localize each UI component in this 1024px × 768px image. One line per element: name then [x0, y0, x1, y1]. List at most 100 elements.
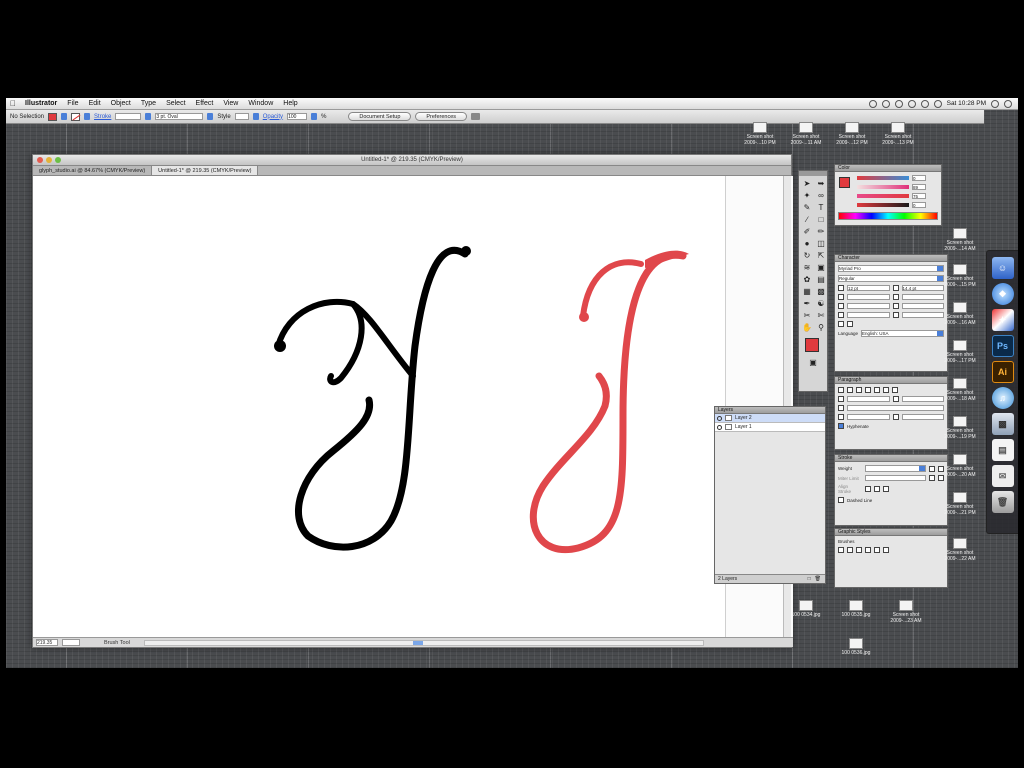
graphic-styles-header[interactable]: Graphic Styles: [835, 529, 947, 536]
hand-tool-icon[interactable]: ✋: [800, 321, 814, 333]
visibility-eye-icon[interactable]: [717, 424, 722, 430]
delete-layer-icon[interactable]: 🗑: [815, 576, 821, 582]
pencil-tool-icon[interactable]: ✏: [814, 225, 828, 237]
align-outside-stroke-icon[interactable]: [883, 486, 889, 492]
zoom-field[interactable]: 219.35: [36, 639, 58, 646]
space-before-field[interactable]: [847, 414, 890, 420]
menu-help[interactable]: Help: [278, 100, 302, 107]
menu-edit[interactable]: Edit: [84, 100, 106, 107]
dashed-line-checkbox[interactable]: [838, 497, 844, 503]
yellow-value[interactable]: 75: [912, 193, 926, 199]
style-dropdown-icon[interactable]: [252, 113, 259, 120]
align-right-icon[interactable]: [856, 387, 862, 393]
wifi-icon[interactable]: [907, 99, 916, 108]
desktop-file[interactable]: Screen shot 2009-...11 AM: [782, 122, 830, 146]
desktop-file[interactable]: Screen shot 2009-...18 AM: [936, 378, 984, 402]
justify-right-icon[interactable]: [883, 387, 889, 393]
style-field[interactable]: [234, 113, 249, 120]
spotlight-icon[interactable]: [1004, 99, 1012, 108]
desktop-file[interactable]: 100 0536.jpg: [832, 638, 880, 656]
battery-icon[interactable]: [933, 99, 942, 108]
align-left-icon[interactable]: [838, 387, 844, 393]
line-tool-icon[interactable]: ∕: [800, 213, 814, 225]
scale-tool-icon[interactable]: ⇱: [814, 249, 828, 261]
type-tool-icon[interactable]: T: [814, 201, 828, 213]
fill-color-box[interactable]: [805, 338, 819, 352]
style-swatch-1[interactable]: [838, 547, 844, 553]
safari-icon[interactable]: ❖: [991, 283, 1014, 305]
menu-clock[interactable]: Sat 10:28 PM: [947, 100, 986, 107]
cyan-value[interactable]: 0: [912, 175, 926, 181]
miter-field[interactable]: [865, 475, 926, 481]
sync-icon[interactable]: [868, 99, 877, 108]
menu-window[interactable]: Window: [243, 100, 278, 107]
horizontal-scrollbar[interactable]: [143, 639, 704, 646]
opacity-link[interactable]: Opacity: [263, 114, 283, 120]
align-inside-stroke-icon[interactable]: [874, 486, 880, 492]
stroke-link[interactable]: Stroke: [94, 114, 111, 120]
horizontal-scroll-thumb[interactable]: [412, 640, 423, 645]
menu-view[interactable]: View: [218, 100, 243, 107]
hyphenate-checkbox[interactable]: [838, 423, 844, 429]
align-center-icon[interactable]: [847, 387, 853, 393]
paragraph-panel-header[interactable]: Paragraph: [835, 377, 947, 384]
justify-center-icon[interactable]: [874, 387, 880, 393]
baseline-shift-field[interactable]: [847, 312, 890, 318]
stroke-weight-dropdown-icon[interactable]: [145, 113, 152, 120]
color-panel-header[interactable]: Color: [835, 165, 941, 172]
magic-wand-tool-icon[interactable]: ✦: [800, 189, 814, 201]
stroke-panel-header[interactable]: Stroke: [835, 455, 947, 462]
style-swatch-3[interactable]: [856, 547, 862, 553]
menu-file[interactable]: File: [62, 100, 83, 107]
desktop-file[interactable]: Screen shot 2009-...16 AM: [936, 302, 984, 326]
bluetooth-icon[interactable]: [894, 99, 903, 108]
fill-dropdown-icon[interactable]: [61, 113, 68, 120]
font-size-field[interactable]: 12 pt: [847, 285, 890, 291]
desktop-file[interactable]: Screen shot 2009-...23 AM: [882, 600, 930, 624]
drive-icon[interactable]: ▩: [991, 413, 1014, 435]
volume-icon[interactable]: [920, 99, 929, 108]
tracking-field[interactable]: [901, 294, 944, 300]
style-swatch-2[interactable]: [847, 547, 853, 553]
gradient-tool-icon[interactable]: ▩: [814, 285, 828, 297]
menu-illustrator[interactable]: Illustrator: [20, 100, 62, 107]
black-slider[interactable]: [857, 203, 909, 207]
desktop-file[interactable]: Screen shot 2009-...17 PM: [936, 340, 984, 364]
artboard-nav-field[interactable]: [62, 639, 80, 646]
eyedropper-tool-icon[interactable]: ✒: [800, 297, 814, 309]
align-center-stroke-icon[interactable]: [865, 486, 871, 492]
document-icon[interactable]: ▤: [991, 439, 1014, 461]
layers-panel-header[interactable]: Layers: [715, 407, 825, 414]
brush-dropdown-icon[interactable]: [207, 113, 214, 120]
style-swatch-6[interactable]: [883, 547, 889, 553]
tab-glyph-studio[interactable]: glyph_studio.ai @ 84.67% (CMYK/Preview): [33, 166, 153, 175]
lasso-tool-icon[interactable]: ∞: [814, 189, 828, 201]
blend-tool-icon[interactable]: ☯: [814, 297, 828, 309]
first-line-indent-field[interactable]: [847, 405, 944, 411]
slice-tool-icon[interactable]: ✂: [800, 309, 814, 321]
layer-row[interactable]: Layer 1: [715, 423, 825, 432]
red-letter-j[interactable]: [529, 250, 689, 554]
photoshop-icon[interactable]: Ps: [991, 335, 1014, 357]
magenta-value[interactable]: 89: [912, 184, 926, 190]
opacity-dropdown-icon[interactable]: [311, 113, 318, 120]
desktop-file[interactable]: Screen shot 2009-...15 PM: [936, 264, 984, 288]
free-transform-tool-icon[interactable]: ▣: [814, 261, 828, 273]
font-style-select[interactable]: Regular: [838, 275, 944, 282]
graph-tool-icon[interactable]: ▤: [814, 273, 828, 285]
new-layer-icon[interactable]: □: [808, 576, 811, 582]
magenta-slider[interactable]: [857, 185, 909, 189]
document-setup-button[interactable]: Document Setup: [348, 112, 412, 121]
cap-butt-icon[interactable]: [929, 465, 935, 472]
desktop-file[interactable]: Screen shot 2009-...12 PM: [828, 122, 876, 146]
arrange-icon[interactable]: [471, 113, 481, 120]
pinwheel-app-icon[interactable]: ✦: [991, 309, 1014, 331]
finder-icon[interactable]: ☺: [991, 257, 1014, 279]
desktop-file[interactable]: Screen shot 2009-...19 PM: [936, 416, 984, 440]
style-swatch-4[interactable]: [865, 547, 871, 553]
black-letter-y[interactable]: [274, 246, 471, 551]
kerning-field[interactable]: [847, 294, 890, 300]
language-select[interactable]: English: USA: [861, 330, 944, 337]
minimize-button[interactable]: [46, 157, 52, 163]
layer-row[interactable]: Layer 2: [715, 414, 825, 423]
